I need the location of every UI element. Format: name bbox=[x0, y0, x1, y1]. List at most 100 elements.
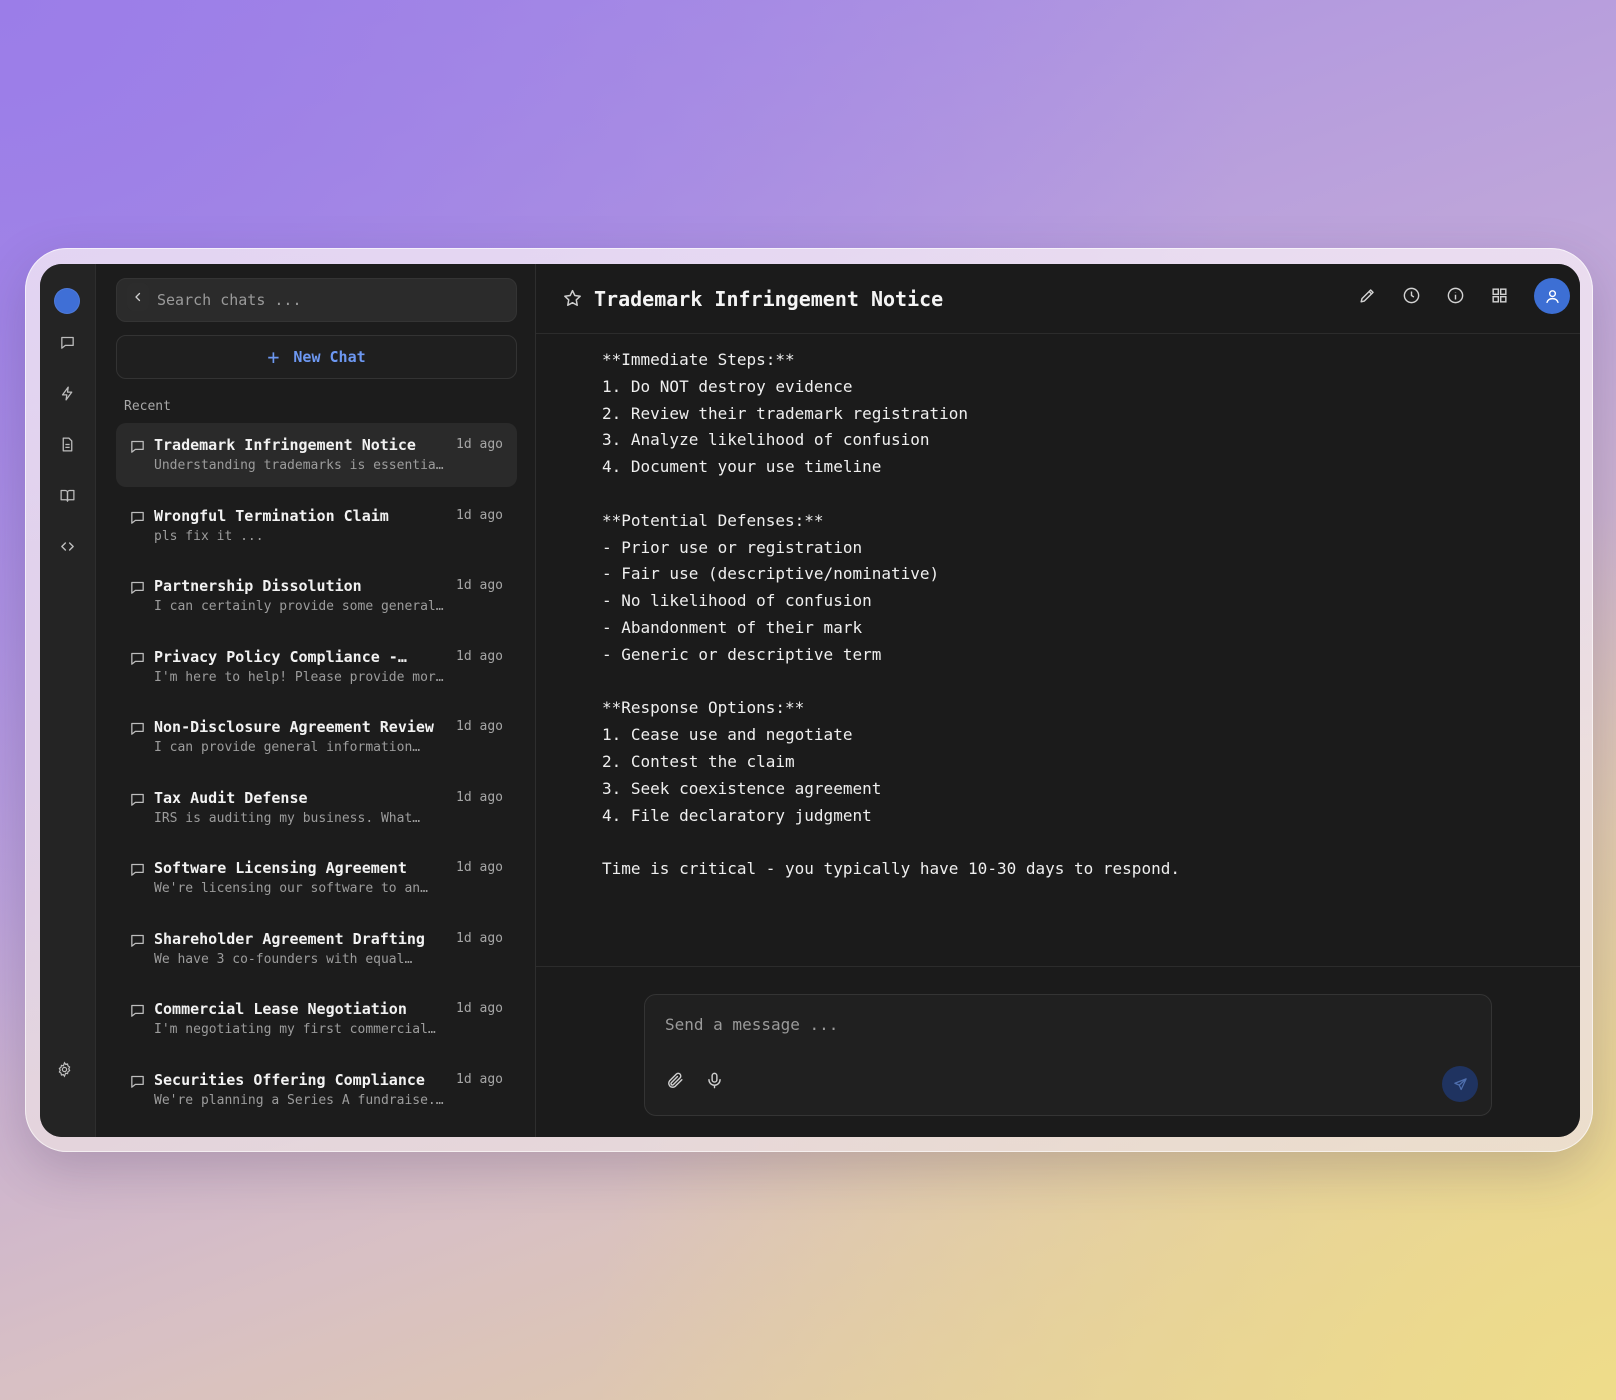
chat-list-item[interactable]: Shareholder Agreement Drafting We have 3 … bbox=[116, 917, 517, 981]
chat-list-item[interactable]: Non-Disclosure Agreement Review I can pro… bbox=[116, 705, 517, 769]
message-line: 2. Contest the claim bbox=[602, 751, 795, 771]
message-input[interactable] bbox=[665, 1015, 1445, 1045]
microphone-icon[interactable] bbox=[705, 1071, 725, 1091]
message-line: - Prior use or registration bbox=[602, 537, 863, 557]
chat-bubble-icon bbox=[129, 1073, 146, 1090]
chat-preview: I'm here to help! Please provide mor… bbox=[154, 669, 444, 685]
chat-title: Tax Audit Defense bbox=[154, 788, 308, 807]
chat-title: Non-Disclosure Agreement Review bbox=[154, 718, 434, 736]
chat-title: Wrongful Termination Claim bbox=[154, 506, 389, 525]
chat-title: Partnership Dissolution bbox=[154, 577, 362, 595]
message-line: 1. Cease use and negotiate bbox=[602, 725, 853, 745]
icon-rail bbox=[40, 264, 96, 1137]
new-chat-button[interactable]: + New Chat bbox=[116, 335, 517, 379]
search-input[interactable] bbox=[157, 291, 502, 309]
star-icon[interactable] bbox=[562, 288, 584, 310]
chat-icon[interactable] bbox=[56, 331, 78, 353]
chat-preview: IRS is auditing my business. What… bbox=[154, 810, 421, 826]
chat-preview: Understanding trademarks is essentia… bbox=[154, 458, 444, 473]
info-icon[interactable] bbox=[1446, 286, 1466, 306]
chat-timestamp: 1d ago bbox=[456, 930, 503, 946]
clock-icon[interactable] bbox=[1402, 286, 1422, 306]
assistant-message: **Immediate Steps:** 1. Do NOT destroy ev… bbox=[602, 347, 1580, 883]
message-line: - Generic or descriptive term bbox=[602, 644, 882, 664]
chat-list-item[interactable]: Wrongful Termination Claim pls fix it ...… bbox=[116, 494, 517, 558]
send-button[interactable] bbox=[1442, 1066, 1478, 1102]
chat-bubble-icon bbox=[129, 1002, 146, 1019]
chat-bubble-icon bbox=[129, 579, 146, 596]
chat-timestamp: 1d ago bbox=[456, 648, 503, 664]
chat-list-item[interactable]: Securities Offering Compliance We're plan… bbox=[116, 1058, 517, 1122]
chat-preview: pls fix it ... bbox=[154, 528, 264, 544]
chat-list: Trademark Infringement Notice Understandi… bbox=[116, 423, 517, 1122]
chat-title: Securities Offering Compliance bbox=[154, 1070, 425, 1089]
chat-bubble-icon bbox=[129, 509, 146, 526]
message-composer bbox=[644, 994, 1492, 1116]
chat-title: Privacy Policy Compliance -… bbox=[154, 647, 407, 666]
chat-timestamp: 1d ago bbox=[456, 1001, 503, 1016]
message-line: **Immediate Steps:** bbox=[602, 350, 795, 369]
app-window: + New Chat Recent Trademark Infringement… bbox=[40, 264, 1580, 1137]
chat-title: Trademark Infringement Notice bbox=[154, 436, 416, 454]
chat-main: Trademark Infringement Notice **Immediat… bbox=[536, 264, 1580, 1137]
edit-icon[interactable] bbox=[1358, 286, 1378, 306]
chat-list-item[interactable]: Commercial Lease Negotiation I'm negotiat… bbox=[116, 987, 517, 1051]
chat-timestamp: 1d ago bbox=[456, 860, 503, 875]
composer-area bbox=[536, 966, 1580, 1137]
chat-bubble-icon bbox=[129, 932, 146, 949]
book-icon[interactable] bbox=[56, 484, 78, 506]
chat-bubble-icon bbox=[129, 861, 146, 878]
message-line: - Fair use (descriptive/nominative) bbox=[602, 564, 940, 584]
chat-preview: I'm negotiating my first commercial… bbox=[154, 1022, 436, 1037]
message-line: - No likelihood of confusion bbox=[602, 591, 872, 611]
send-icon bbox=[1453, 1077, 1468, 1092]
chat-title: Software Licensing Agreement bbox=[154, 859, 407, 877]
message-line: 3. Analyze likelihood of confusion bbox=[602, 430, 930, 450]
grid-icon[interactable] bbox=[1490, 286, 1510, 306]
chat-title: Trademark Infringement Notice bbox=[594, 286, 944, 311]
chat-title: Commercial Lease Negotiation bbox=[154, 1000, 407, 1018]
chat-bubble-icon bbox=[129, 720, 146, 737]
code-icon[interactable] bbox=[56, 535, 78, 557]
message-line: 3. Seek coexistence agreement bbox=[602, 778, 882, 798]
chat-list-item[interactable]: Tax Audit Defense IRS is auditing my busi… bbox=[116, 776, 517, 840]
chat-timestamp: 1d ago bbox=[456, 578, 503, 593]
chat-bubble-icon bbox=[129, 650, 146, 667]
chat-list-item[interactable]: Trademark Infringement Notice Understandi… bbox=[116, 423, 517, 487]
chat-timestamp: 1d ago bbox=[456, 507, 503, 523]
recent-section-label: Recent bbox=[124, 399, 171, 414]
message-line: **Response Options:** bbox=[602, 698, 805, 718]
user-avatar-icon[interactable] bbox=[1534, 278, 1570, 314]
chat-sidebar: + New Chat Recent Trademark Infringement… bbox=[96, 264, 536, 1137]
chat-preview: We're licensing our software to an… bbox=[154, 881, 428, 896]
chat-preview: We're planning a Series A fundraise.… bbox=[154, 1092, 444, 1108]
message-line: **Potential Defenses:** bbox=[602, 510, 824, 530]
chat-preview: We have 3 co-founders with equal… bbox=[154, 951, 413, 967]
app-logo[interactable] bbox=[54, 288, 80, 314]
chat-preview: I can certainly provide some general… bbox=[154, 599, 444, 614]
header-actions bbox=[1358, 278, 1570, 314]
bolt-icon[interactable] bbox=[56, 382, 78, 404]
paperclip-icon[interactable] bbox=[666, 1071, 686, 1091]
chat-header: Trademark Infringement Notice bbox=[536, 264, 1580, 334]
message-line: 1. Do NOT destroy evidence bbox=[602, 376, 853, 396]
chat-list-item[interactable]: Partnership Dissolution I can certainly p… bbox=[116, 564, 517, 628]
message-line: Time is critical - you typically have 10… bbox=[602, 859, 1180, 879]
plus-icon: + bbox=[267, 345, 280, 369]
gear-icon[interactable] bbox=[53, 1058, 75, 1080]
collapse-sidebar-button[interactable] bbox=[127, 283, 149, 311]
chevron-left-icon bbox=[132, 291, 144, 303]
chat-timestamp: 1d ago bbox=[456, 1071, 503, 1087]
search-box[interactable] bbox=[116, 278, 517, 322]
message-line: 4. Document your use timeline bbox=[602, 457, 882, 477]
message-line: 4. File declaratory judgment bbox=[602, 805, 872, 825]
chat-list-item[interactable]: Privacy Policy Compliance -… I'm here to … bbox=[116, 635, 517, 699]
document-icon[interactable] bbox=[56, 433, 78, 455]
chat-timestamp: 1d ago bbox=[456, 789, 503, 805]
chat-list-item[interactable]: Software Licensing Agreement We're licens… bbox=[116, 846, 517, 910]
chat-preview: I can provide general information… bbox=[154, 740, 421, 755]
chat-bubble-icon bbox=[129, 438, 146, 455]
